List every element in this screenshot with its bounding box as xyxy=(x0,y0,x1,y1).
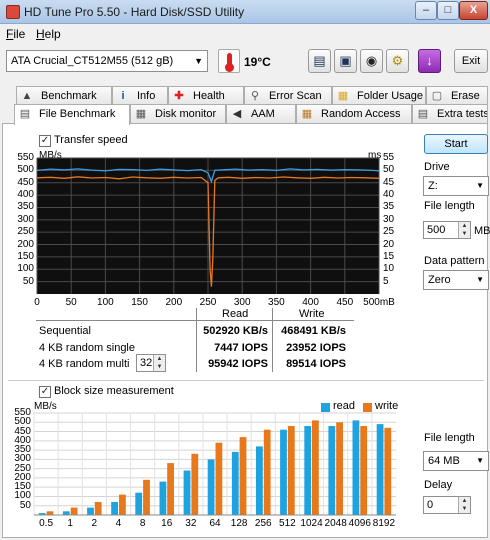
write-bar xyxy=(167,463,174,515)
read-bar xyxy=(159,481,167,515)
write-bar xyxy=(143,479,150,515)
write-bar xyxy=(384,427,392,515)
read-bar xyxy=(183,470,191,515)
tab-file-benchmark[interactable]: ▤ File Benchmark xyxy=(14,104,130,125)
read-bar xyxy=(111,502,118,515)
block-file-length-value: 64 MB xyxy=(428,455,460,467)
delay-value: 0 xyxy=(427,499,434,511)
read-bar xyxy=(280,429,287,515)
stepper-arrows-icon[interactable]: ▲ ▼ xyxy=(458,497,470,513)
read-bar xyxy=(352,420,360,515)
read-bar xyxy=(207,459,215,515)
app-window: HD Tune Pro 5.50 - Hard Disk/SSD Utility… xyxy=(0,0,490,540)
y-tick-label: 550 xyxy=(14,407,31,418)
write-bar xyxy=(191,453,199,515)
read-bar xyxy=(256,446,263,515)
block-file-length-select[interactable]: 64 MB ▼ xyxy=(423,451,489,471)
write-bar xyxy=(239,437,247,515)
chevron-down-icon: ▼ xyxy=(476,456,484,465)
file-benchmark-icon: ▤ xyxy=(19,108,31,120)
block-file-length-label: File length xyxy=(424,432,475,444)
write-bar xyxy=(336,422,343,515)
write-bar xyxy=(360,426,368,515)
read-bar xyxy=(135,492,143,515)
write-bar xyxy=(119,494,126,515)
read-bar xyxy=(62,511,70,515)
read-bar xyxy=(304,426,312,515)
write-bar xyxy=(46,511,54,515)
x-tick-label: 8192 xyxy=(372,518,396,529)
read-bar xyxy=(87,507,94,515)
read-bar xyxy=(376,424,384,515)
block-size-chart xyxy=(33,412,396,516)
write-bar xyxy=(94,502,102,515)
write-bar xyxy=(287,426,295,515)
tab-label: File Benchmark xyxy=(39,108,116,120)
read-bar xyxy=(231,451,239,515)
write-bar xyxy=(215,442,223,515)
write-bar xyxy=(312,420,319,515)
read-bar xyxy=(328,426,336,515)
delay-label: Delay xyxy=(424,479,453,491)
write-bar xyxy=(70,507,78,515)
delay-stepper[interactable]: 0 ▲ ▼ xyxy=(423,496,471,514)
write-bar xyxy=(263,429,271,515)
